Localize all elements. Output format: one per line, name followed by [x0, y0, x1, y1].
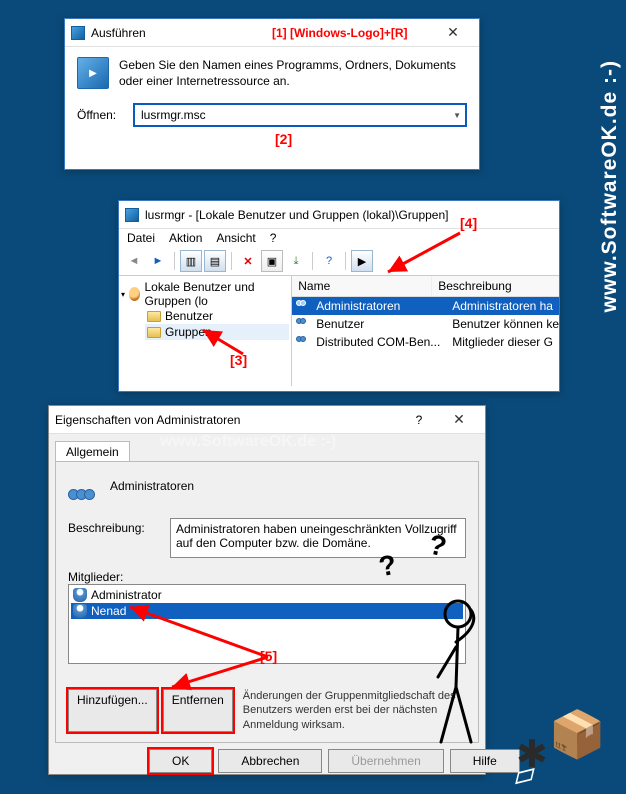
run-description: Geben Sie den Namen eines Programms, Ord…	[119, 57, 467, 89]
annotation-4: [4]	[460, 215, 477, 231]
desc-label: Beschreibung:	[68, 518, 164, 558]
tree-pane: ▾ Lokale Benutzer und Gruppen (lo Benutz…	[119, 276, 292, 386]
group-name: Administratoren	[110, 479, 194, 493]
forward-icon[interactable]: ►	[147, 250, 169, 272]
menu-action[interactable]: Aktion	[169, 231, 202, 245]
run-icon[interactable]: ▶	[351, 250, 373, 272]
open-value: lusrmgr.msc	[141, 108, 206, 122]
list-pane: Name Beschreibung Administratoren Admini…	[292, 276, 559, 386]
run-dialog: Ausführen [1] [Windows-Logo]+[R] ✕ Geben…	[64, 18, 480, 170]
member-nenad[interactable]: Nenad	[71, 603, 463, 619]
user-icon	[73, 604, 87, 618]
group-large-icon	[68, 472, 100, 500]
close-icon[interactable]: ✕	[433, 24, 473, 41]
props-title: Eigenschaften von Administratoren	[55, 413, 399, 427]
pane2-icon[interactable]: ▤	[204, 250, 226, 272]
folder-icon	[147, 311, 161, 322]
col-desc[interactable]: Beschreibung	[432, 276, 559, 296]
members-label: Mitglieder:	[68, 570, 123, 584]
properties-icon[interactable]: ▣	[261, 250, 283, 272]
col-name[interactable]: Name	[292, 276, 432, 296]
annotation-2: [2]	[275, 131, 292, 147]
annotation-1: [1] [Windows-Logo]+[R]	[272, 26, 433, 40]
menu-view[interactable]: Ansicht	[216, 231, 255, 245]
group-icon	[296, 318, 312, 330]
user-icon	[73, 588, 87, 602]
member-administrator[interactable]: Administrator	[71, 587, 463, 603]
folder-icon	[147, 327, 161, 338]
chevron-down-icon[interactable]: ▼	[453, 111, 461, 120]
apply-button[interactable]: Übernehmen	[328, 749, 443, 773]
toolbar: ◄ ► ▥ ▤ ✕ ▣ ⤓ ? ▶	[119, 247, 559, 276]
annotation-5: [5]	[260, 648, 277, 664]
export-icon[interactable]: ⤓	[285, 250, 307, 272]
desc-textarea[interactable]: Administratoren haben uneingeschränkten …	[170, 518, 466, 558]
tree-item-gruppen[interactable]: Gruppen	[145, 324, 289, 340]
close-icon[interactable]: ✕	[439, 411, 479, 428]
run-titlebar[interactable]: Ausführen [1] [Windows-Logo]+[R] ✕	[65, 19, 479, 47]
remove-button[interactable]: Entfernen	[163, 689, 233, 732]
run-program-icon	[77, 57, 109, 89]
add-button[interactable]: Hinzufügen...	[68, 689, 157, 732]
ok-button[interactable]: OK	[149, 749, 212, 773]
delete-icon[interactable]: ✕	[237, 250, 259, 272]
tree-root-label[interactable]: Lokale Benutzer und Gruppen (lo	[144, 280, 289, 308]
users-groups-icon	[129, 287, 140, 301]
cancel-button[interactable]: Abbrechen	[218, 749, 322, 773]
open-box-icon: 📦	[549, 707, 606, 762]
menubar: Datei Aktion Ansicht ?	[119, 229, 559, 247]
watermark-side: www.SoftwareOK.de :-)	[598, 60, 622, 312]
tab-allgemein[interactable]: Allgemein	[55, 441, 130, 462]
run-title: Ausführen	[91, 26, 252, 40]
list-row-dcom[interactable]: Distributed COM-Ben... Mitglieder dieser…	[292, 333, 559, 351]
tree-caret-icon[interactable]: ▾	[121, 290, 125, 299]
pane-icon[interactable]: ▥	[180, 250, 202, 272]
run-app-icon	[71, 26, 85, 40]
lusrmgr-title: lusrmgr - [Lokale Benutzer und Gruppen (…	[145, 208, 553, 222]
open-combobox[interactable]: lusrmgr.msc ▼	[133, 103, 467, 127]
help-question-icon[interactable]: ?	[399, 413, 439, 427]
list-row-administratoren[interactable]: Administratoren Administratoren ha	[292, 297, 559, 315]
tree-item-benutzer[interactable]: Benutzer	[145, 308, 289, 324]
menu-help[interactable]: ?	[270, 231, 277, 245]
list-row-benutzer[interactable]: Benutzer Benutzer können ke	[292, 315, 559, 333]
group-icon	[296, 336, 312, 348]
back-icon[interactable]: ◄	[123, 250, 145, 272]
lusrmgr-window: lusrmgr - [Lokale Benutzer und Gruppen (…	[118, 200, 560, 392]
menu-file[interactable]: Datei	[127, 231, 155, 245]
help-icon[interactable]: ?	[318, 250, 340, 272]
mmc-icon	[125, 208, 139, 222]
open-label: Öffnen:	[77, 108, 125, 122]
annotation-3: [3]	[230, 352, 247, 368]
thinking-person-icon	[416, 592, 496, 752]
group-icon	[296, 300, 312, 312]
